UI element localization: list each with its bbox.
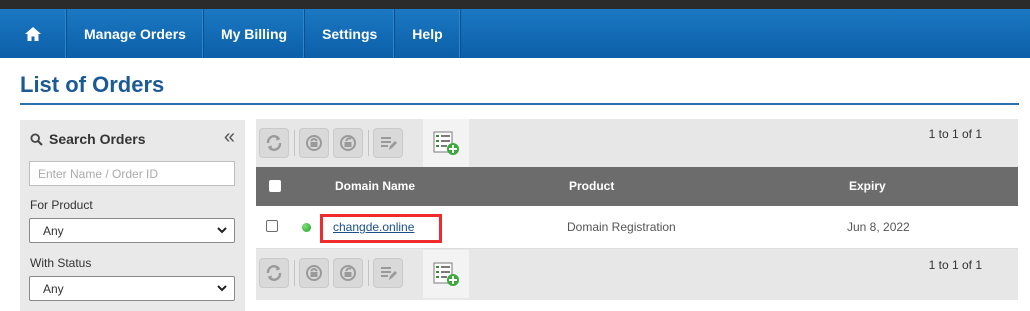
edit-list-icon [381, 137, 397, 150]
page-title: List of Orders [20, 72, 165, 97]
orders-table: 1 to 1 of 1 Domain Name Product Expiry c… [256, 119, 1018, 300]
pagination-info: 1 to 1 of 1 [928, 127, 982, 141]
refresh-button[interactable] [259, 128, 289, 158]
top-strip [0, 0, 1030, 9]
toolbar-top: 1 to 1 of 1 [256, 119, 1018, 167]
status-select-value: Any [43, 281, 64, 296]
edit-list-button[interactable] [373, 258, 403, 288]
nav-help[interactable]: Help [395, 9, 461, 58]
domain-link[interactable]: changde.online [333, 206, 414, 249]
add-order-icon [433, 131, 459, 155]
column-expiry[interactable]: Expiry [849, 167, 886, 206]
status-select[interactable]: Any [29, 276, 235, 301]
toolbar-divider [294, 130, 295, 156]
title-divider [20, 103, 1019, 105]
toolbar-divider [368, 260, 369, 286]
lock-button[interactable] [299, 128, 329, 158]
table-header: Domain Name Product Expiry [256, 167, 1018, 206]
nav-manage-orders[interactable]: Manage Orders [67, 9, 204, 58]
lock-icon [306, 265, 322, 281]
search-title: Search Orders [49, 131, 146, 147]
chevron-down-icon [217, 285, 227, 292]
table-row: changde.online Domain Registration Jun 8… [256, 206, 1018, 249]
search-icon [30, 132, 43, 146]
product-filter-label: For Product [30, 198, 93, 212]
add-order-button[interactable] [423, 119, 469, 167]
product-select-value: Any [43, 223, 64, 238]
refresh-button[interactable] [259, 258, 289, 288]
main-nav: Manage Orders My Billing Settings Help [0, 9, 1030, 58]
edit-list-button[interactable] [373, 128, 403, 158]
lock-icon [306, 135, 322, 151]
nav-home[interactable] [0, 9, 67, 58]
search-input[interactable] [29, 161, 235, 186]
refresh-icon [266, 135, 282, 151]
toolbar-divider [368, 130, 369, 156]
lock-button[interactable] [299, 258, 329, 288]
pagination-info: 1 to 1 of 1 [928, 258, 982, 272]
column-product[interactable]: Product [569, 167, 614, 206]
product-cell: Domain Registration [567, 220, 676, 234]
product-select[interactable]: Any [29, 218, 235, 243]
collapse-panel-button[interactable]: « [224, 126, 235, 149]
add-order-icon [433, 262, 459, 286]
add-order-button[interactable] [423, 250, 469, 298]
refresh-icon [266, 265, 282, 281]
home-icon [25, 26, 41, 41]
edit-list-icon [381, 267, 397, 280]
status-filter-label: With Status [30, 256, 92, 270]
column-domain-name[interactable]: Domain Name [335, 167, 415, 206]
search-header: Search Orders [30, 131, 146, 147]
nav-my-billing[interactable]: My Billing [204, 9, 306, 58]
search-panel: Search Orders « For Product Any With Sta… [20, 120, 245, 311]
expiry-cell: Jun 8, 2022 [847, 220, 910, 234]
unlock-icon [340, 135, 356, 151]
status-dot-icon [302, 223, 311, 232]
chevron-down-icon [217, 227, 227, 234]
toolbar-divider [294, 260, 295, 286]
toolbar-bottom: 1 to 1 of 1 [256, 250, 1018, 298]
row-checkbox[interactable] [266, 220, 278, 232]
unlock-icon [340, 265, 356, 281]
unlock-button[interactable] [333, 258, 363, 288]
nav-settings[interactable]: Settings [305, 9, 396, 58]
select-all-checkbox[interactable] [269, 180, 281, 192]
unlock-button[interactable] [333, 128, 363, 158]
